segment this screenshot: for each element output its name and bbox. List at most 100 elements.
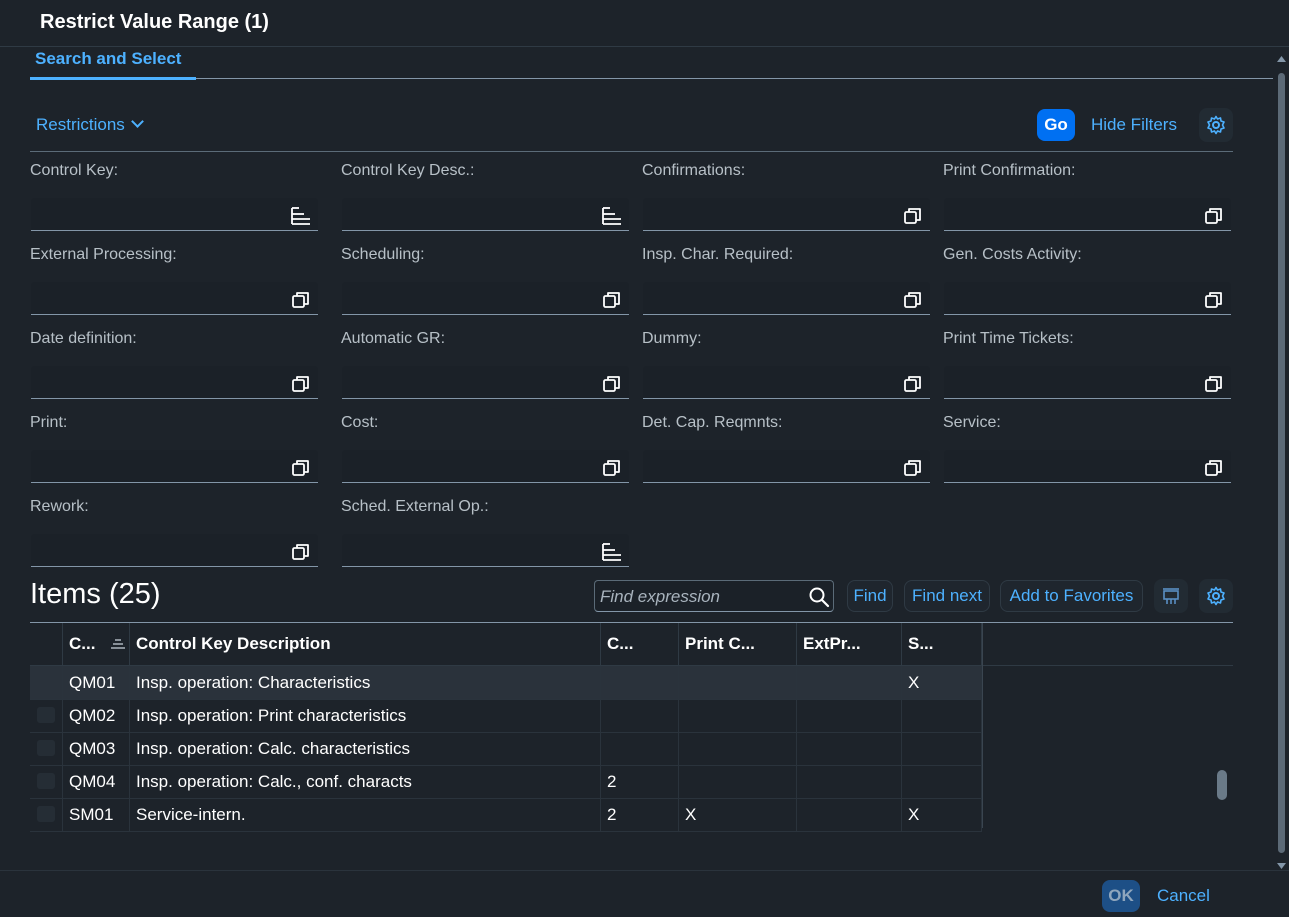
list-icon[interactable] xyxy=(601,205,623,232)
filter-label: Confirmations: xyxy=(642,162,746,179)
filter-input[interactable] xyxy=(643,450,930,483)
filter-input[interactable] xyxy=(31,366,318,399)
value-help-icon[interactable] xyxy=(290,457,312,484)
restrict-value-range-dialog: Restrict Value Range (1) Search and Sele… xyxy=(0,0,1289,917)
filter-input[interactable] xyxy=(342,198,629,231)
filter-label: Cost: xyxy=(341,414,379,431)
value-help-icon[interactable] xyxy=(902,373,924,400)
filter-input[interactable] xyxy=(342,366,629,399)
filter-input[interactable] xyxy=(31,450,318,483)
add-to-favorites-button[interactable]: Add to Favorites xyxy=(1000,580,1143,612)
filter-label: Control Key: xyxy=(30,162,119,179)
row-checkbox[interactable] xyxy=(37,707,55,723)
filter-input[interactable] xyxy=(944,366,1231,399)
value-help-icon[interactable] xyxy=(902,457,924,484)
table-row[interactable]: QM03 Insp. operation: Calc. characteristi… xyxy=(30,732,982,766)
find-expression-input[interactable] xyxy=(598,585,802,609)
row-checkbox[interactable] xyxy=(37,740,55,756)
filterbar-divider xyxy=(30,151,1233,152)
column-header-description[interactable]: Control Key Description xyxy=(130,623,601,665)
filter-settings-button[interactable] xyxy=(1199,108,1233,142)
tab-search-and-select[interactable]: Search and Select xyxy=(35,49,181,69)
show-details-button[interactable] xyxy=(1154,579,1188,613)
cell-scheduling: X xyxy=(902,666,982,699)
table-row[interactable]: QM01 Insp. operation: Characteristics X xyxy=(30,666,982,700)
value-help-icon[interactable] xyxy=(601,373,623,400)
search-icon[interactable] xyxy=(808,586,830,608)
cancel-button[interactable]: Cancel xyxy=(1157,886,1210,906)
hide-filters-button[interactable]: Hide Filters xyxy=(1091,115,1177,135)
row-selector[interactable] xyxy=(30,699,63,732)
find-button[interactable]: Find xyxy=(847,580,893,612)
filter-input[interactable] xyxy=(342,450,629,483)
filter-input[interactable] xyxy=(31,198,318,231)
list-icon[interactable] xyxy=(290,205,312,232)
dialog-header: Restrict Value Range (1) xyxy=(0,0,1289,47)
value-help-icon[interactable] xyxy=(1203,457,1225,484)
cell-external-processing xyxy=(797,666,902,699)
cell-confirmations xyxy=(601,699,679,732)
value-help-icon[interactable] xyxy=(902,289,924,316)
cell-confirmations xyxy=(601,666,679,699)
column-header-confirmations[interactable]: C... xyxy=(601,623,679,665)
table-row[interactable]: QM02 Insp. operation: Print characteristi… xyxy=(30,699,982,733)
table-settings-button[interactable] xyxy=(1199,579,1233,613)
details-icon xyxy=(1163,588,1179,604)
scroll-down-icon[interactable] xyxy=(1276,862,1287,870)
filter-input[interactable] xyxy=(342,282,629,315)
dialog-scrollbar[interactable] xyxy=(1276,55,1287,870)
table-row[interactable]: SM01 Service-intern. 2 X X xyxy=(30,798,982,832)
row-selector[interactable] xyxy=(30,732,63,765)
cell-description: Insp. operation: Calc., conf. characts xyxy=(130,765,601,798)
value-help-icon[interactable] xyxy=(290,373,312,400)
table-scrollbar[interactable] xyxy=(1217,770,1227,800)
tab-bar: Search and Select xyxy=(30,47,1273,80)
filter-input[interactable] xyxy=(944,282,1231,315)
value-help-icon[interactable] xyxy=(601,457,623,484)
value-help-icon[interactable] xyxy=(902,205,924,232)
select-all-column[interactable] xyxy=(30,623,63,665)
filter-label: Scheduling: xyxy=(341,246,425,263)
filter-input[interactable] xyxy=(643,198,930,231)
restrictions-toggle[interactable]: Restrictions xyxy=(36,115,144,135)
sort-icon xyxy=(111,639,125,649)
filter-input[interactable] xyxy=(643,282,930,315)
cell-scheduling xyxy=(902,699,982,732)
row-checkbox[interactable] xyxy=(37,806,55,822)
cell-confirmations: 2 xyxy=(601,798,679,831)
dialog-scrollbar-thumb[interactable] xyxy=(1278,73,1285,853)
filter-label: Date definition: xyxy=(30,330,137,347)
filter-input[interactable] xyxy=(31,534,318,567)
filter-input[interactable] xyxy=(643,366,930,399)
cell-external-processing xyxy=(797,798,902,831)
filter-label: Gen. Costs Activity: xyxy=(943,246,1082,263)
row-selector[interactable] xyxy=(30,798,63,831)
cell-control-key: QM02 xyxy=(63,699,130,732)
value-help-icon[interactable] xyxy=(290,289,312,316)
list-icon[interactable] xyxy=(601,541,623,568)
column-header-control-key[interactable]: C... xyxy=(63,623,130,665)
column-header-print-confirmation[interactable]: Print C... xyxy=(679,623,797,665)
value-help-icon[interactable] xyxy=(1203,289,1225,316)
row-selector[interactable] xyxy=(30,765,63,798)
go-button[interactable]: Go xyxy=(1037,109,1075,141)
column-header-scheduling[interactable]: S... xyxy=(902,623,982,665)
value-help-icon[interactable] xyxy=(1203,205,1225,232)
column-header-external-processing[interactable]: ExtPr... xyxy=(797,623,902,665)
ok-button[interactable]: OK xyxy=(1102,880,1140,912)
row-checkbox[interactable] xyxy=(37,773,55,789)
filter-input[interactable] xyxy=(31,282,318,315)
filter-input[interactable] xyxy=(944,450,1231,483)
items-table: C... Control Key Description C... Print … xyxy=(30,622,1233,832)
filter-input[interactable] xyxy=(944,198,1231,231)
find-next-button[interactable]: Find next xyxy=(904,580,990,612)
dialog-footer xyxy=(0,870,1289,917)
value-help-icon[interactable] xyxy=(601,289,623,316)
value-help-icon[interactable] xyxy=(290,541,312,568)
scroll-up-icon[interactable] xyxy=(1276,55,1287,63)
table-row[interactable]: QM04 Insp. operation: Calc., conf. charac… xyxy=(30,765,982,799)
value-help-icon[interactable] xyxy=(1203,373,1225,400)
filter-input[interactable] xyxy=(342,534,629,567)
row-selector[interactable] xyxy=(30,666,63,699)
find-expression-field[interactable] xyxy=(594,580,834,612)
